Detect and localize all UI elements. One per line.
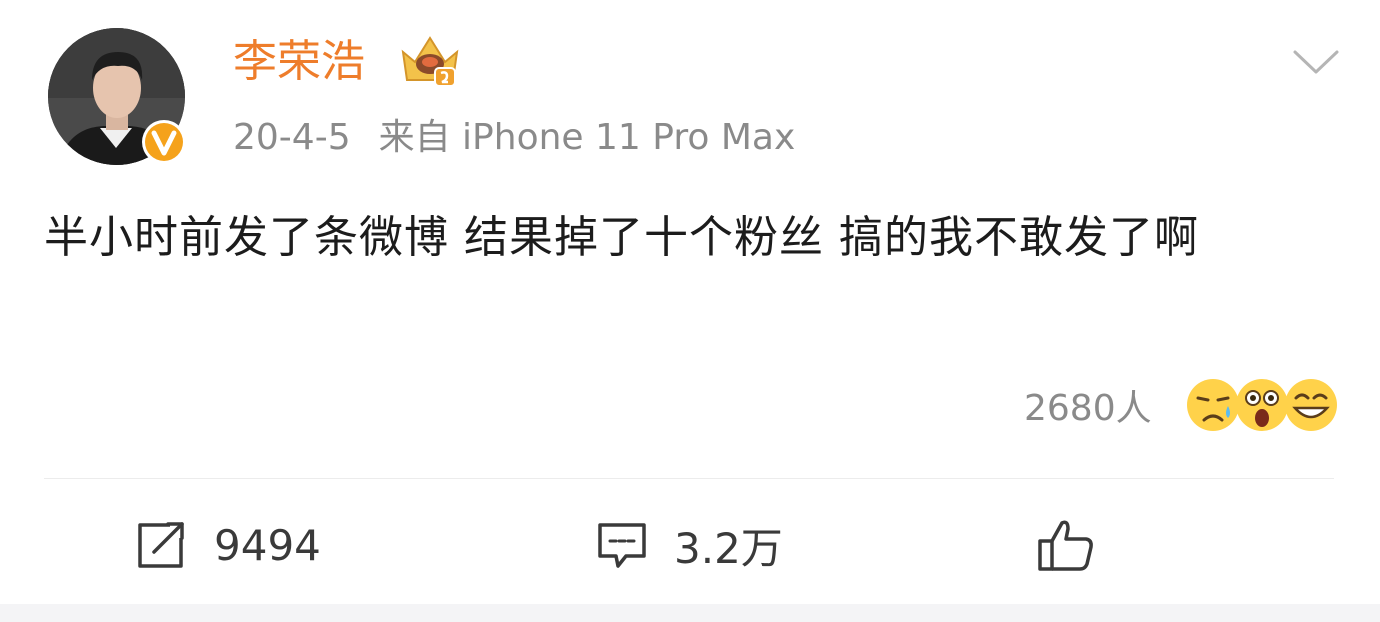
reaction-count[interactable]: 2680人 <box>1024 384 1152 434</box>
weibo-post-card: 李荣浩 20-4-5 来自 iPhone 11 Pro Max 半小时前发了条微博… <box>0 0 1380 604</box>
like-button[interactable] <box>1036 512 1122 578</box>
post-date: 20-4-5 <box>233 117 351 158</box>
repost-button[interactable]: 9494 <box>136 512 321 578</box>
post-source: 来自 iPhone 11 Pro Max <box>378 117 796 158</box>
chevron-down-icon[interactable] <box>1291 44 1341 78</box>
comment-count: 3.2万 <box>674 523 783 573</box>
member-crown-icon[interactable] <box>397 32 463 90</box>
comment-button[interactable]: 3.2万 <box>596 512 783 578</box>
comment-icon <box>598 523 646 568</box>
verified-badge-icon <box>140 118 188 166</box>
repost-count: 9494 <box>214 520 321 570</box>
post-body-text: 半小时前发了条微博 结果掉了十个粉丝 搞的我不敢发了啊 <box>44 212 1199 263</box>
username[interactable]: 李荣浩 <box>233 34 365 90</box>
repost-icon <box>138 522 184 568</box>
post-meta: 20-4-5 来自 iPhone 11 Pro Max <box>233 112 795 164</box>
thumbs-up-icon <box>1038 520 1093 571</box>
grin-emoji-icon[interactable] <box>1282 376 1340 434</box>
action-bar-divider <box>44 478 1334 479</box>
